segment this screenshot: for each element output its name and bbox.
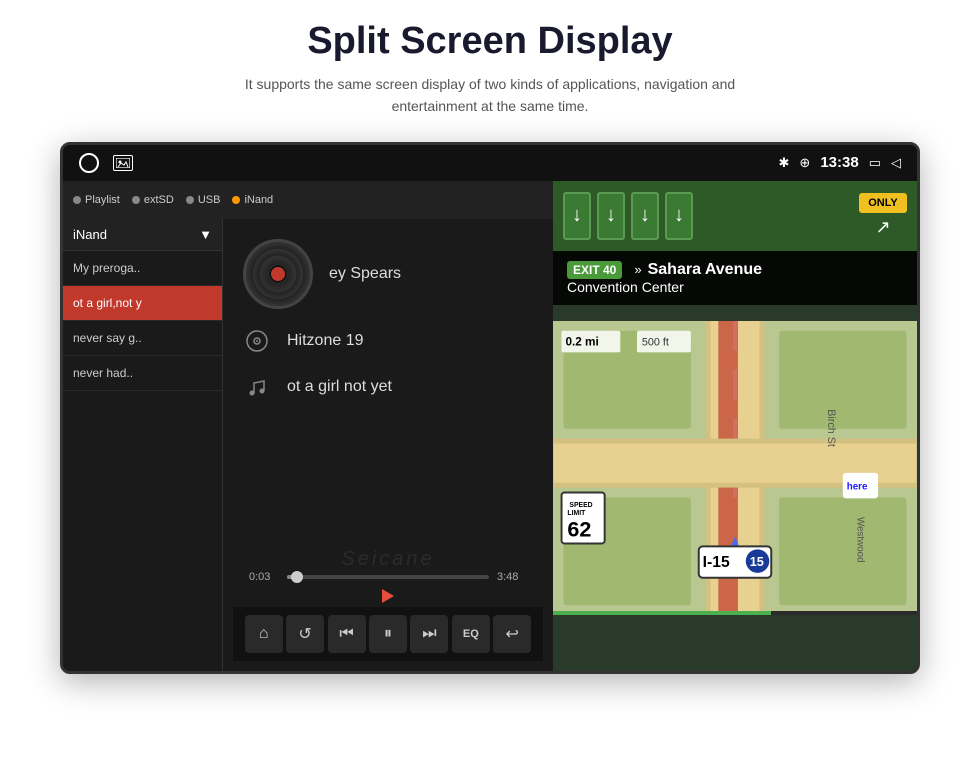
watermark-text: Seicane (249, 548, 527, 571)
navigation-panel: ↓ ↓ ↓ ↓ ONLY ↗ EXIT 40 » Sahara Avenue C… (553, 181, 917, 671)
album-row: Hitzone 19 (243, 327, 364, 355)
arrow-signs-group: ↓ ↓ ↓ ↓ (563, 192, 693, 240)
status-right-icons: ✱ ⊕ 13:38 ▭ ◁ (779, 154, 901, 171)
usb-dot (186, 196, 194, 204)
playlist-selector[interactable]: iNand ▼ (63, 219, 222, 251)
page-subtitle: It supports the same screen display of t… (230, 73, 750, 118)
green-progress-fill (553, 611, 771, 615)
playback-controls: ⌂ ↺ ⏮ ⏸ ⏭ EQ ↩ (233, 607, 543, 661)
svg-text:500 ft: 500 ft (642, 336, 669, 348)
inand-dot (232, 196, 240, 204)
nav-instruction-line1: EXIT 40 » Sahara Avenue (567, 261, 903, 279)
extsd-tab[interactable]: extSD (132, 194, 174, 206)
map-area: Birch St Westwood 0.2 mi 500 ft here SPE (553, 321, 917, 615)
music-note-icon (243, 373, 271, 401)
extsd-tab-label: extSD (144, 194, 174, 206)
repeat-button[interactable]: ↺ (286, 615, 324, 653)
svg-text:62: 62 (567, 516, 591, 541)
arrow-down-3: ↓ (631, 192, 659, 240)
prev-button[interactable]: ⏮ (328, 615, 366, 653)
arrow-down-2: ↓ (597, 192, 625, 240)
status-bar: ✱ ⊕ 13:38 ▭ ◁ (63, 145, 917, 181)
image-icon (113, 155, 133, 171)
usb-tab[interactable]: USB (186, 194, 221, 206)
home-button[interactable]: ⌂ (245, 615, 283, 653)
arrow-down-4: ↓ (665, 192, 693, 240)
back-button[interactable]: ↩ (493, 615, 531, 653)
playlist-item-2[interactable]: ot a girl,not y (63, 286, 222, 321)
eq-button[interactable]: EQ (452, 615, 490, 653)
playlist-item-1[interactable]: My preroga.. (63, 251, 222, 286)
playlist-dot (73, 196, 81, 204)
playlist-selector-label: iNand (73, 227, 107, 242)
time-total: 3:48 (497, 571, 527, 583)
device-frame: ✱ ⊕ 13:38 ▭ ◁ Playlist extSD (60, 142, 920, 674)
status-time: 13:38 (820, 154, 858, 171)
nav-arrow-icon: » (634, 262, 641, 277)
play-indicator-row (249, 589, 527, 603)
track-title: ot a girl not yet (287, 378, 392, 396)
chevron-down-icon: ▼ (199, 227, 212, 242)
map-svg: Birch St Westwood 0.2 mi 500 ft here SPE (553, 321, 917, 615)
screen-icon: ▭ (869, 155, 881, 171)
only-sign: ONLY (859, 193, 907, 213)
arrow-down-1: ↓ (563, 192, 591, 240)
highway-top-signs: ↓ ↓ ↓ ↓ ONLY ↗ (553, 181, 917, 251)
svg-text:Westwood: Westwood (855, 517, 866, 563)
artist-name: ey Spears (329, 265, 401, 283)
arrow-up-right-icon: ↗ (875, 217, 890, 238)
bluetooth-icon: ✱ (779, 155, 790, 171)
music-player-panel: Playlist extSD USB iNand (63, 181, 553, 671)
svg-text:15: 15 (750, 554, 764, 569)
disc-icon (243, 327, 271, 355)
extsd-dot (132, 196, 140, 204)
track-title-row: ot a girl not yet (243, 373, 392, 401)
content-area: Playlist extSD USB iNand (63, 181, 917, 671)
usb-tab-label: USB (198, 194, 221, 206)
progress-thumb (291, 571, 303, 583)
play-triangle-icon (382, 589, 394, 603)
playlist-tab-label: Playlist (85, 194, 120, 206)
time-elapsed: 0:03 (249, 571, 279, 583)
nav-exit-badge: EXIT 40 (567, 261, 622, 279)
nav-street: Sahara Avenue (648, 261, 762, 279)
inand-tab[interactable]: iNand (232, 194, 273, 206)
playlist-item-4[interactable]: never had.. (63, 356, 222, 391)
player-area: iNand ▼ My preroga.. ot a girl,not y nev… (63, 219, 553, 671)
progress-container: Seicane 0:03 3:48 (233, 540, 543, 607)
playlist-sidebar: iNand ▼ My preroga.. ot a girl,not y nev… (63, 219, 223, 671)
svg-text:here: here (847, 481, 868, 492)
svg-text:0.2 mi: 0.2 mi (565, 335, 598, 348)
nav-banner: EXIT 40 » Sahara Avenue Convention Cente… (553, 251, 917, 305)
page-title: Split Screen Display (307, 20, 672, 63)
track-info: ey Spears Hitzone 19 (233, 239, 543, 401)
inand-tab-label: iNand (244, 194, 273, 206)
playlist-tab[interactable]: Playlist (73, 194, 120, 206)
right-sign-group: ONLY ↗ (859, 193, 907, 238)
svg-text:SPEED: SPEED (569, 502, 592, 509)
vinyl-disc (243, 239, 313, 309)
playlist-item-3[interactable]: never say g.. (63, 321, 222, 356)
back-nav-icon: ◁ (891, 155, 901, 171)
status-left-icons (79, 153, 133, 173)
svg-text:Birch St: Birch St (825, 409, 837, 447)
green-progress-line (553, 611, 917, 615)
player-main: ey Spears Hitzone 19 (223, 219, 553, 671)
progress-bar[interactable] (287, 575, 489, 579)
nav-sub-street: Convention Center (567, 279, 903, 295)
source-tabs: Playlist extSD USB iNand (63, 181, 553, 219)
svg-text:I-15: I-15 (703, 554, 730, 571)
progress-bar-row: 0:03 3:48 (249, 571, 527, 583)
next-button[interactable]: ⏭ (410, 615, 448, 653)
album-name: Hitzone 19 (287, 332, 364, 350)
vinyl-center (269, 265, 287, 283)
location-icon: ⊕ (799, 155, 810, 171)
home-circle-icon (79, 153, 99, 173)
artist-row: ey Spears (243, 239, 401, 309)
pause-button[interactable]: ⏸ (369, 615, 407, 653)
